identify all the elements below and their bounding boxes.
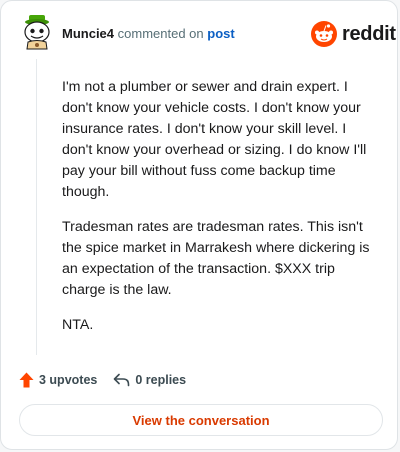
comment-header: Muncie4 commented on post <box>62 26 235 42</box>
comment-actions: 3 upvotes 0 replies <box>19 370 186 390</box>
comment-paragraph: Tradesman rates are tradesman rates. Thi… <box>62 219 370 298</box>
action-text: commented on <box>117 26 204 41</box>
reply-button[interactable]: 0 replies <box>113 373 186 387</box>
comment-body: I'm not a plumber or sewer and drain exp… <box>62 77 374 350</box>
reply-count: 0 replies <box>135 373 187 387</box>
reddit-snoo-icon <box>311 21 337 47</box>
comment-paragraph: NTA. <box>62 317 94 333</box>
thread-line <box>36 59 37 355</box>
upvote-count: 3 upvotes <box>39 373 98 387</box>
view-conversation-button[interactable]: View the conversation <box>19 404 383 436</box>
upvote-button[interactable]: 3 upvotes <box>19 372 97 388</box>
username-link[interactable]: Muncie4 <box>62 26 114 41</box>
avatar-snoo-icon <box>24 15 50 50</box>
comment-card: Muncie4 commented on post reddit I'm not… <box>0 0 398 450</box>
reddit-logo[interactable]: reddit <box>311 21 396 47</box>
user-avatar[interactable] <box>21 15 53 51</box>
reply-arrow-icon <box>114 373 130 387</box>
comment-paragraph: I'm not a plumber or sewer and drain exp… <box>62 79 367 200</box>
brand-name: reddit <box>342 23 396 45</box>
upvote-arrow-icon <box>19 372 34 388</box>
post-link[interactable]: post <box>207 26 234 41</box>
